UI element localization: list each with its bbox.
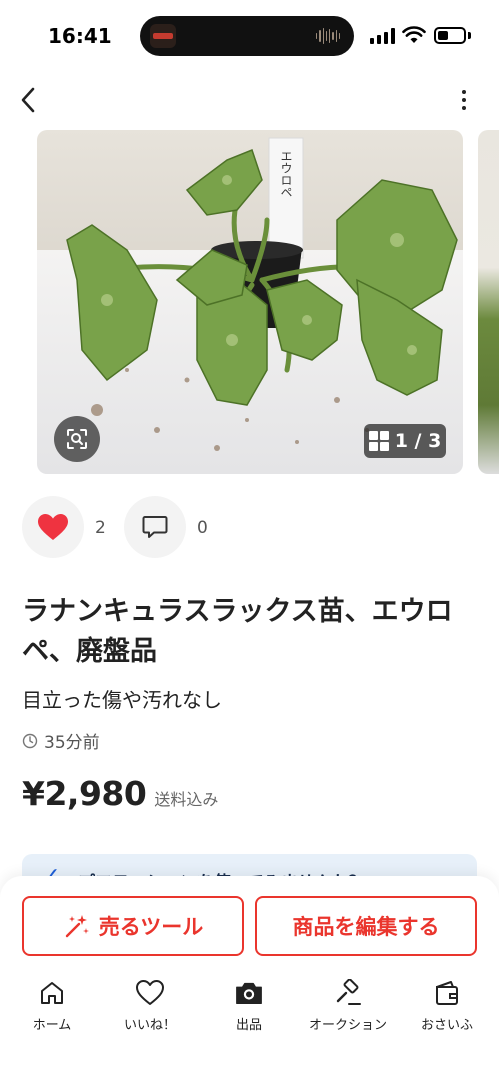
price-block: ¥2,980 送料込み bbox=[22, 774, 218, 813]
chevron-left-icon bbox=[21, 87, 35, 113]
wifi-icon bbox=[402, 26, 426, 43]
tab-auction[interactable]: オークション bbox=[298, 978, 398, 1033]
tab-home-label: ホーム bbox=[32, 1018, 72, 1033]
tab-home[interactable]: ホーム bbox=[2, 978, 102, 1033]
sell-tools-label: 売るツール bbox=[98, 915, 204, 939]
magic-wand-icon bbox=[65, 915, 89, 938]
comment-button[interactable] bbox=[124, 496, 186, 558]
back-button[interactable] bbox=[14, 84, 42, 116]
gavel-icon bbox=[336, 979, 361, 1005]
item-title: ラナンキュラスラックス苗、エウロペ、廃盤品 bbox=[22, 596, 453, 667]
posted-time-text: 35分前 bbox=[44, 733, 100, 753]
like-button[interactable] bbox=[22, 496, 84, 558]
cellular-signal-icon bbox=[370, 28, 396, 44]
camera-icon bbox=[236, 982, 262, 1005]
tab-bar: ホーム いいね！ 出品 オークション おさいふ bbox=[0, 978, 499, 1038]
home-icon bbox=[41, 982, 63, 1004]
image-search-icon bbox=[67, 429, 87, 449]
bottom-action-sheet: 売るツール 商品を編集する ホーム いいね！ 出品 オークション おさいふ bbox=[0, 876, 499, 1080]
grid-icon bbox=[368, 431, 389, 451]
status-bar: 16:41 bbox=[0, 0, 499, 72]
more-options-button[interactable] bbox=[452, 86, 476, 114]
clock-icon bbox=[22, 733, 38, 748]
sell-tools-button[interactable]: 売るツール bbox=[22, 896, 244, 956]
item-photo[interactable]: エウロペ bbox=[37, 130, 463, 474]
edit-item-label: 商品を編集する bbox=[292, 915, 440, 939]
like-count: 2 bbox=[95, 518, 106, 538]
plant-label-text: エウロペ bbox=[279, 150, 293, 198]
item-price: ¥2,980 bbox=[22, 774, 147, 813]
battery-cap bbox=[468, 32, 471, 39]
comment-count: 0 bbox=[197, 518, 208, 538]
photo-counter[interactable]: 1 / 3 bbox=[364, 424, 446, 458]
tab-sell-label: 出品 bbox=[235, 1018, 262, 1033]
item-condition: 目立った傷や汚れなし bbox=[22, 688, 222, 712]
tab-auction-label: オークション bbox=[308, 1018, 387, 1033]
audio-wave-icon bbox=[316, 28, 340, 44]
next-photo-preview[interactable] bbox=[478, 130, 499, 474]
app-thumbnail-icon bbox=[150, 24, 176, 48]
wallet-icon bbox=[436, 981, 458, 1005]
heart-outline-icon bbox=[136, 980, 164, 1005]
heart-icon bbox=[38, 514, 68, 540]
comment-icon bbox=[142, 516, 168, 538]
dynamic-island bbox=[140, 16, 354, 56]
tab-likes-label: いいね！ bbox=[123, 1018, 176, 1033]
tab-likes[interactable]: いいね！ bbox=[100, 978, 200, 1033]
tab-sell[interactable]: 出品 bbox=[199, 978, 299, 1033]
battery-icon bbox=[434, 27, 466, 44]
shipping-note: 送料込み bbox=[154, 790, 219, 809]
edit-item-button[interactable]: 商品を編集する bbox=[255, 896, 477, 956]
posted-time: 35分前 bbox=[22, 728, 100, 753]
status-time: 16:41 bbox=[48, 24, 112, 48]
tab-wallet-label: おさいふ bbox=[420, 1018, 473, 1033]
photo-counter-text: 1 / 3 bbox=[394, 430, 442, 452]
tab-wallet[interactable]: おさいふ bbox=[397, 978, 497, 1033]
plant-photo-illustration: エウロペ bbox=[37, 130, 463, 474]
image-search-button[interactable] bbox=[54, 416, 100, 462]
